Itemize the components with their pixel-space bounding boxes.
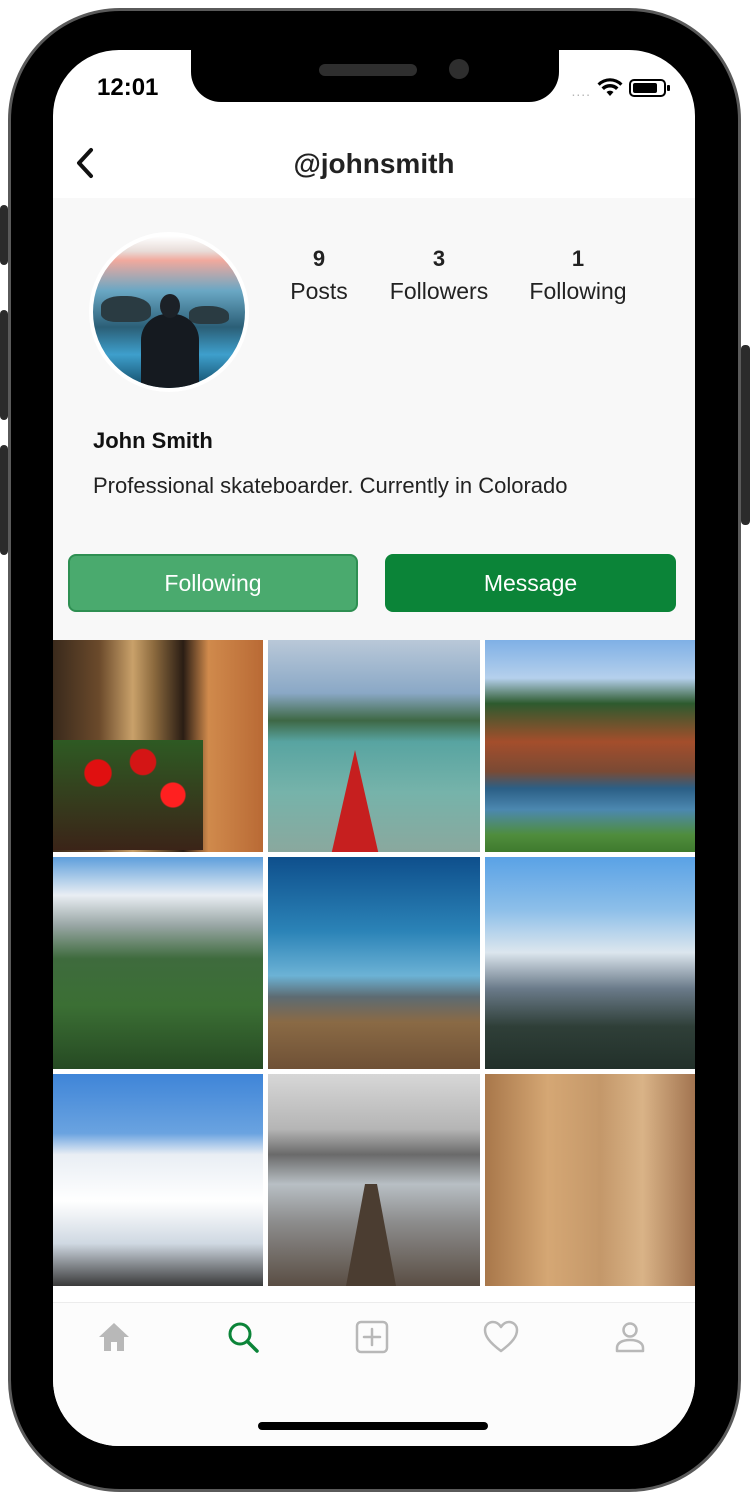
speaker xyxy=(319,64,417,76)
mute-switch xyxy=(0,205,8,265)
tab-activity[interactable] xyxy=(481,1317,521,1357)
volume-down-button xyxy=(0,445,8,555)
stat-posts-count: 9 xyxy=(312,246,326,271)
stat-following[interactable]: 1 Following xyxy=(515,246,641,305)
search-icon xyxy=(228,1322,259,1353)
profile-icon xyxy=(615,1322,645,1353)
photo-tile-8[interactable] xyxy=(268,1074,480,1286)
photo-detail xyxy=(330,750,380,852)
photo-tile-5[interactable] xyxy=(268,857,480,1069)
profile-name: John Smith xyxy=(93,428,213,453)
heart-icon xyxy=(483,1320,519,1353)
tab-home[interactable] xyxy=(94,1317,134,1357)
avatar-photo-detail xyxy=(101,296,151,322)
stat-following-label: Following xyxy=(529,278,627,304)
tab-add-post[interactable] xyxy=(352,1317,392,1357)
avatar-photo-detail xyxy=(160,294,180,318)
avatar[interactable] xyxy=(89,232,249,392)
photo-detail xyxy=(346,1184,396,1286)
photo-tile-6[interactable] xyxy=(485,857,695,1069)
volume-up-button xyxy=(0,310,8,420)
status-time: 12:01 xyxy=(97,74,159,101)
signal-indicator: .... xyxy=(571,82,591,99)
stat-followers-count: 3 xyxy=(432,246,446,271)
tab-profile[interactable] xyxy=(610,1317,650,1357)
avatar-photo-detail xyxy=(141,314,199,388)
battery-icon xyxy=(629,78,671,103)
photo-tile-2[interactable] xyxy=(268,640,480,852)
page-title: @johnsmith xyxy=(293,148,455,179)
profile-section: 9 Posts 3 Followers 1 Following John Smi… xyxy=(53,198,695,640)
profile-bio: Professional skateboarder. Currently in … xyxy=(93,473,568,498)
screen: 12:01 .... @johnsmith 9 Posts 3 Follower… xyxy=(53,50,695,1446)
add-post-icon xyxy=(355,1320,389,1354)
front-camera xyxy=(449,59,469,79)
notch xyxy=(191,50,559,102)
photo-tile-9[interactable] xyxy=(485,1074,695,1286)
stat-following-count: 1 xyxy=(571,246,585,271)
message-button[interactable]: Message xyxy=(385,554,676,612)
stat-posts-label: Posts xyxy=(290,278,348,304)
wifi-icon xyxy=(597,78,623,103)
photo-detail xyxy=(53,740,203,850)
avatar-photo-detail xyxy=(189,306,229,324)
status-indicators: .... xyxy=(571,78,671,103)
home-icon xyxy=(99,1323,129,1351)
photo-grid xyxy=(53,640,695,1290)
stat-followers-label: Followers xyxy=(389,278,489,304)
photo-tile-4[interactable] xyxy=(53,857,263,1069)
following-button[interactable]: Following xyxy=(68,554,358,612)
power-button xyxy=(741,345,750,525)
photo-tile-1[interactable] xyxy=(53,640,263,852)
stat-followers[interactable]: 3 Followers xyxy=(381,246,497,305)
photo-tile-7[interactable] xyxy=(53,1074,263,1286)
header: @johnsmith xyxy=(53,132,695,198)
photo-tile-3[interactable] xyxy=(485,640,695,852)
tab-search[interactable] xyxy=(223,1317,263,1357)
stat-posts[interactable]: 9 Posts xyxy=(275,246,363,305)
home-indicator[interactable] xyxy=(258,1422,488,1430)
